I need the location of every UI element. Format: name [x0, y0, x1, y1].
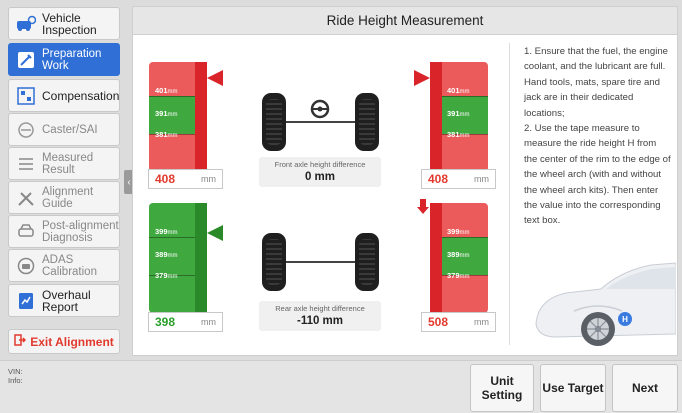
- height-marker: H: [618, 312, 632, 326]
- front-left-height-input[interactable]: 408 mm: [148, 169, 223, 189]
- sidebar-item-overhaul-report[interactable]: Overhaul Report: [8, 284, 120, 317]
- footer: VIN: Info: Unit Setting Use Target Next: [0, 360, 682, 413]
- front-axle-diff: Front axle height difference 0 mm: [259, 157, 381, 187]
- gauge-tick: 379mm: [155, 271, 178, 280]
- rear-axle-diff: Rear axle height difference -110 mm: [259, 301, 381, 331]
- gauge-tick: 381mm: [155, 130, 178, 139]
- unit-setting-button[interactable]: Unit Setting: [470, 364, 534, 412]
- pointer-right-icon: [414, 70, 430, 86]
- rear-axle: [286, 261, 355, 263]
- front-left-tire: [262, 93, 286, 151]
- gauge-tick: 401mm: [155, 86, 178, 95]
- gauge-rear-left: 399mm 389mm 379mm: [149, 203, 223, 313]
- tools-icon: [15, 49, 37, 71]
- sidebar-item-compensation[interactable]: Compensation: [8, 79, 120, 112]
- sidebar-item-label: Preparation Work: [42, 47, 102, 72]
- sidebar-item-alignment-guide[interactable]: Alignment Guide: [8, 181, 120, 214]
- sidebar-item-label: Vehicle Inspection: [42, 10, 97, 37]
- list-icon: [15, 153, 37, 175]
- car-gear-icon: [15, 13, 37, 35]
- gauge-front-right: 401mm 391mm 381mm: [414, 62, 488, 172]
- car-illustration: [535, 262, 676, 346]
- front-right-tire: [355, 93, 379, 151]
- exit-alignment-button[interactable]: Exit Alignment: [8, 329, 120, 354]
- gauge-tick: 381mm: [447, 130, 470, 139]
- gauge-front-left: 401mm 391mm 381mm: [149, 62, 223, 172]
- report-icon: [15, 290, 37, 312]
- sidebar-item-post-alignment-diagnosis[interactable]: Post-alignment Diagnosis: [8, 215, 120, 248]
- rear-right-tire: [355, 233, 379, 291]
- sidebar-item-adas-calibration[interactable]: ADAS Calibration: [8, 249, 120, 282]
- car-front-icon: [15, 221, 37, 243]
- sidebar-item-preparation-work[interactable]: Preparation Work: [8, 43, 120, 76]
- gauge-tick: 399mm: [155, 227, 178, 236]
- sidebar-item-caster-sai[interactable]: Caster/SAI: [8, 113, 120, 146]
- gauge-tick: 389mm: [155, 250, 178, 259]
- exit-alignment-label: Exit Alignment: [30, 334, 114, 349]
- sidebar-item-label: Alignment Guide: [42, 185, 94, 210]
- gauge-tick: 401mm: [447, 86, 470, 95]
- sidebar-item-measured-result[interactable]: Measured Result: [8, 147, 120, 180]
- exit-icon: [14, 334, 27, 349]
- use-target-button[interactable]: Use Target: [540, 364, 606, 412]
- pointer-left-icon: [207, 225, 223, 241]
- page-title: Ride Height Measurement: [133, 7, 677, 35]
- adas-icon: [15, 255, 37, 277]
- chevron-left-icon: ‹: [127, 176, 131, 188]
- gauge-tick: 391mm: [447, 109, 470, 118]
- vehicle-meta: VIN: Info:: [8, 367, 23, 385]
- sidebar: Vehicle Inspection Preparation Work Comp…: [0, 0, 128, 360]
- front-axle: [286, 121, 355, 123]
- rear-right-height-input[interactable]: 508 mm: [421, 312, 496, 332]
- front-right-height-input[interactable]: 408 mm: [421, 169, 496, 189]
- rear-left-tire: [262, 233, 286, 291]
- gauge-tick: 391mm: [155, 109, 178, 118]
- sidebar-item-label: Post-alignment Diagnosis: [42, 219, 119, 244]
- steering-wheel-icon: [310, 99, 330, 119]
- sidebar-item-label: Measured Result: [42, 151, 94, 176]
- gauge-tick: 389mm: [447, 250, 470, 259]
- main-panel: Ride Height Measurement 401mm 391mm 381m…: [132, 6, 678, 356]
- sidebar-item-label: Compensation: [42, 88, 120, 103]
- next-button[interactable]: Next: [612, 364, 678, 412]
- sidebar-item-vehicle-inspection[interactable]: Vehicle Inspection: [8, 7, 120, 40]
- sidebar-item-label: Overhaul Report: [42, 287, 91, 314]
- vin-label: VIN:: [8, 367, 23, 376]
- pointer-left-icon: [207, 70, 223, 86]
- instructions-text: 1. Ensure that the fuel, the engine cool…: [524, 46, 671, 227]
- wrench-screwdriver-icon: [15, 187, 37, 209]
- divider: [509, 43, 510, 345]
- gauge-tick: 379mm: [447, 271, 470, 280]
- gauge-tick: 399mm: [447, 227, 470, 236]
- sidebar-item-label: ADAS Calibration: [42, 253, 97, 278]
- caster-icon: [15, 119, 37, 141]
- compensation-icon: [15, 85, 37, 107]
- rear-left-height-input[interactable]: 398 mm: [148, 312, 223, 332]
- arrow-down-icon: [417, 199, 429, 214]
- sidebar-item-label: Caster/SAI: [42, 123, 98, 136]
- gauge-rear-right: 399mm 389mm 379mm: [417, 199, 488, 313]
- info-label: Info:: [8, 376, 23, 385]
